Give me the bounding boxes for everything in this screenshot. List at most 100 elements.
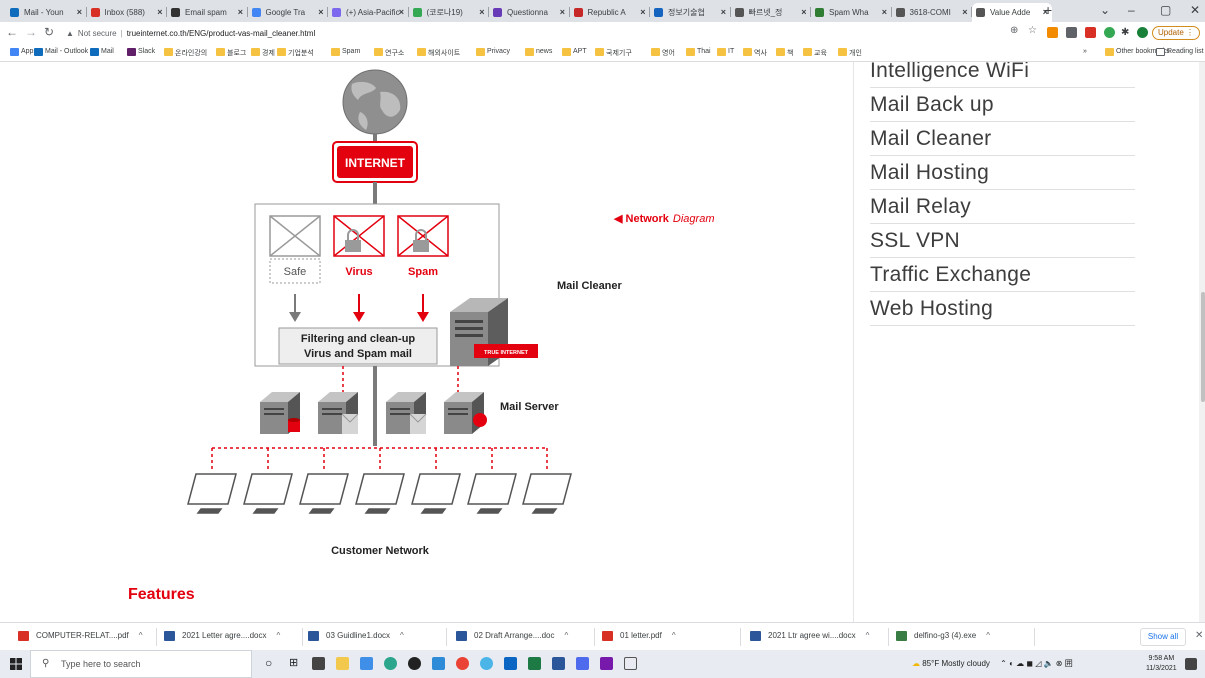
excel-icon[interactable] [528,657,541,670]
sidenav-item[interactable]: SSL VPN [870,224,1135,258]
app-icon[interactable] [504,657,517,670]
close-tab-icon[interactable]: × [962,3,967,22]
word-icon[interactable] [552,657,565,670]
browser-tab[interactable]: Mail - Youn × [6,3,86,22]
minimize-button[interactable]: – [1128,3,1135,17]
onenote-icon[interactable] [600,657,613,670]
cortana-icon[interactable]: ○ [265,657,278,670]
browser-tab[interactable]: Spam Wha × [811,3,891,22]
forward-arrow-icon[interactable]: → [25,25,37,39]
browser-tab[interactable]: 빠르넷_정 × [731,3,811,22]
show-all-downloads-button[interactable]: Show all [1140,628,1186,646]
sidenav-item[interactable]: Traffic Exchange [870,258,1135,292]
bookmark-item[interactable]: Mail - Outlook [34,48,88,56]
extension-icon[interactable] [1104,27,1115,38]
tray-icons[interactable]: ⌃ ◐ ☁ ◼ ◿ 🔈 ⊗ 囲 [1000,659,1073,668]
download-menu-chevron-icon[interactable]: ^ [277,631,281,640]
bookmark-item[interactable]: 교육 [803,48,827,58]
taskbar-search-box[interactable]: ⚲ Type here to search [30,650,252,678]
browser-tab[interactable]: Republic A × [570,3,650,22]
close-tab-icon[interactable]: × [157,3,162,22]
bookmark-item[interactable]: 기업분석 [277,48,314,58]
windows-start-icon[interactable] [10,658,22,670]
close-tab-icon[interactable]: × [77,3,82,22]
close-tab-icon[interactable]: × [721,3,726,22]
close-tab-icon[interactable]: × [640,3,645,22]
close-tab-icon[interactable]: × [399,3,404,22]
extension-icon[interactable] [1066,27,1077,38]
weather-text[interactable]: 85°F Mostly cloudy [922,659,990,668]
bookmark-item[interactable]: APT [562,48,587,56]
bookmark-item[interactable]: 경제 [251,48,275,58]
browser-tab[interactable]: Inbox (588) × [87,3,167,22]
download-item[interactable]: 02 Draft Arrange....doc ^ [456,631,569,641]
back-arrow-icon[interactable]: ← [6,25,18,39]
browser-tab[interactable]: 3618-COMI × [892,3,972,22]
bookmarks-overflow-button[interactable]: » [1083,48,1087,55]
edge-icon[interactable] [384,657,397,670]
browser-tab[interactable]: Value Adde × [972,3,1052,22]
zoom-icon[interactable]: ⊕ [1010,25,1018,36]
new-tab-button[interactable]: + [1044,2,1052,18]
download-menu-chevron-icon[interactable]: ^ [400,631,404,640]
bookmark-item[interactable]: Spam [331,48,360,56]
download-item[interactable]: 2021 Ltr agree wi....docx ^ [750,631,870,641]
bookmark-item[interactable]: 블로그 [216,48,246,58]
pdf-extension-icon[interactable] [1085,27,1096,38]
download-menu-chevron-icon[interactable]: ^ [866,631,870,640]
bookmark-item[interactable]: Apps [10,48,37,56]
reload-icon[interactable]: ↻ [44,25,54,39]
reading-list-button[interactable]: Reading list [1156,48,1204,56]
app-icon[interactable] [624,657,637,670]
avatar[interactable] [1137,27,1148,38]
address-bar[interactable]: ▲ Not secure | trueinternet.co.th/ENG/produ… [66,25,906,42]
app-icon[interactable] [360,657,373,670]
bookmark-item[interactable]: Slack [127,48,155,56]
close-tab-icon[interactable]: × [318,3,323,22]
sidenav-item[interactable]: Mail Relay [870,190,1135,224]
puzzle-icon[interactable]: ✱ [1121,27,1132,38]
sidenav-item[interactable]: Mail Hosting [870,156,1135,190]
bookmark-item[interactable]: 개인 [838,48,862,58]
download-item[interactable]: 2021 Letter agre....docx ^ [164,631,281,641]
close-tab-icon[interactable]: × [479,3,484,22]
download-menu-chevron-icon[interactable]: ^ [565,631,569,640]
bookmark-item[interactable]: 해외사이트 [417,48,460,58]
download-menu-chevron-icon[interactable]: ^ [139,631,143,640]
update-button[interactable]: Update ⋮ [1152,26,1200,40]
bookmark-item[interactable]: 역사 [743,48,767,58]
close-window-button[interactable]: ✕ [1190,3,1200,17]
browser-tab[interactable]: Questionna × [489,3,569,22]
tab-search-chevron-icon[interactable]: ⌄ [1100,3,1110,17]
maximize-button[interactable]: ▢ [1160,3,1171,17]
taskbar-clock[interactable]: 9:58 AM 11/3/2021 [1146,654,1177,674]
mail-icon[interactable] [432,657,445,670]
bookmark-item[interactable]: 영어 [651,48,675,58]
bookmark-item[interactable]: 국제기구 [595,48,632,58]
sidenav-item[interactable]: Web Hosting [870,292,1135,326]
bookmark-item[interactable]: news [525,48,552,56]
extension-icon[interactable] [1047,27,1058,38]
sidenav-item[interactable]: Intelligence WiFi [870,62,1135,88]
app-icon[interactable] [408,657,421,670]
download-menu-chevron-icon[interactable]: ^ [672,631,676,640]
close-tab-icon[interactable]: × [560,3,565,22]
task-view-icon[interactable]: ⊞ [289,657,302,670]
bookmark-item[interactable]: IT [717,48,734,56]
download-item[interactable]: COMPUTER-RELAT....pdf ^ [18,631,143,641]
notification-icon[interactable] [1185,658,1197,670]
close-tab-icon[interactable]: × [238,3,243,22]
chrome-icon[interactable] [456,657,469,670]
bookmark-item[interactable]: 연구소 [374,48,404,58]
browser-tab[interactable]: (코로나19) × [409,3,489,22]
download-item[interactable]: 03 Guidline1.docx ^ [308,631,404,641]
bookmark-star-icon[interactable]: ☆ [1028,25,1037,36]
bookmark-item[interactable]: Mail [90,48,114,56]
browser-tab[interactable]: 정보기술협 × [650,3,730,22]
close-tab-icon[interactable]: × [801,3,806,22]
app-icon[interactable] [480,657,493,670]
bookmark-item[interactable]: Privacy [476,48,510,56]
bookmark-item[interactable]: Thai [686,48,711,56]
store-icon[interactable] [312,657,325,670]
download-item[interactable]: 01 letter.pdf ^ [602,631,676,641]
